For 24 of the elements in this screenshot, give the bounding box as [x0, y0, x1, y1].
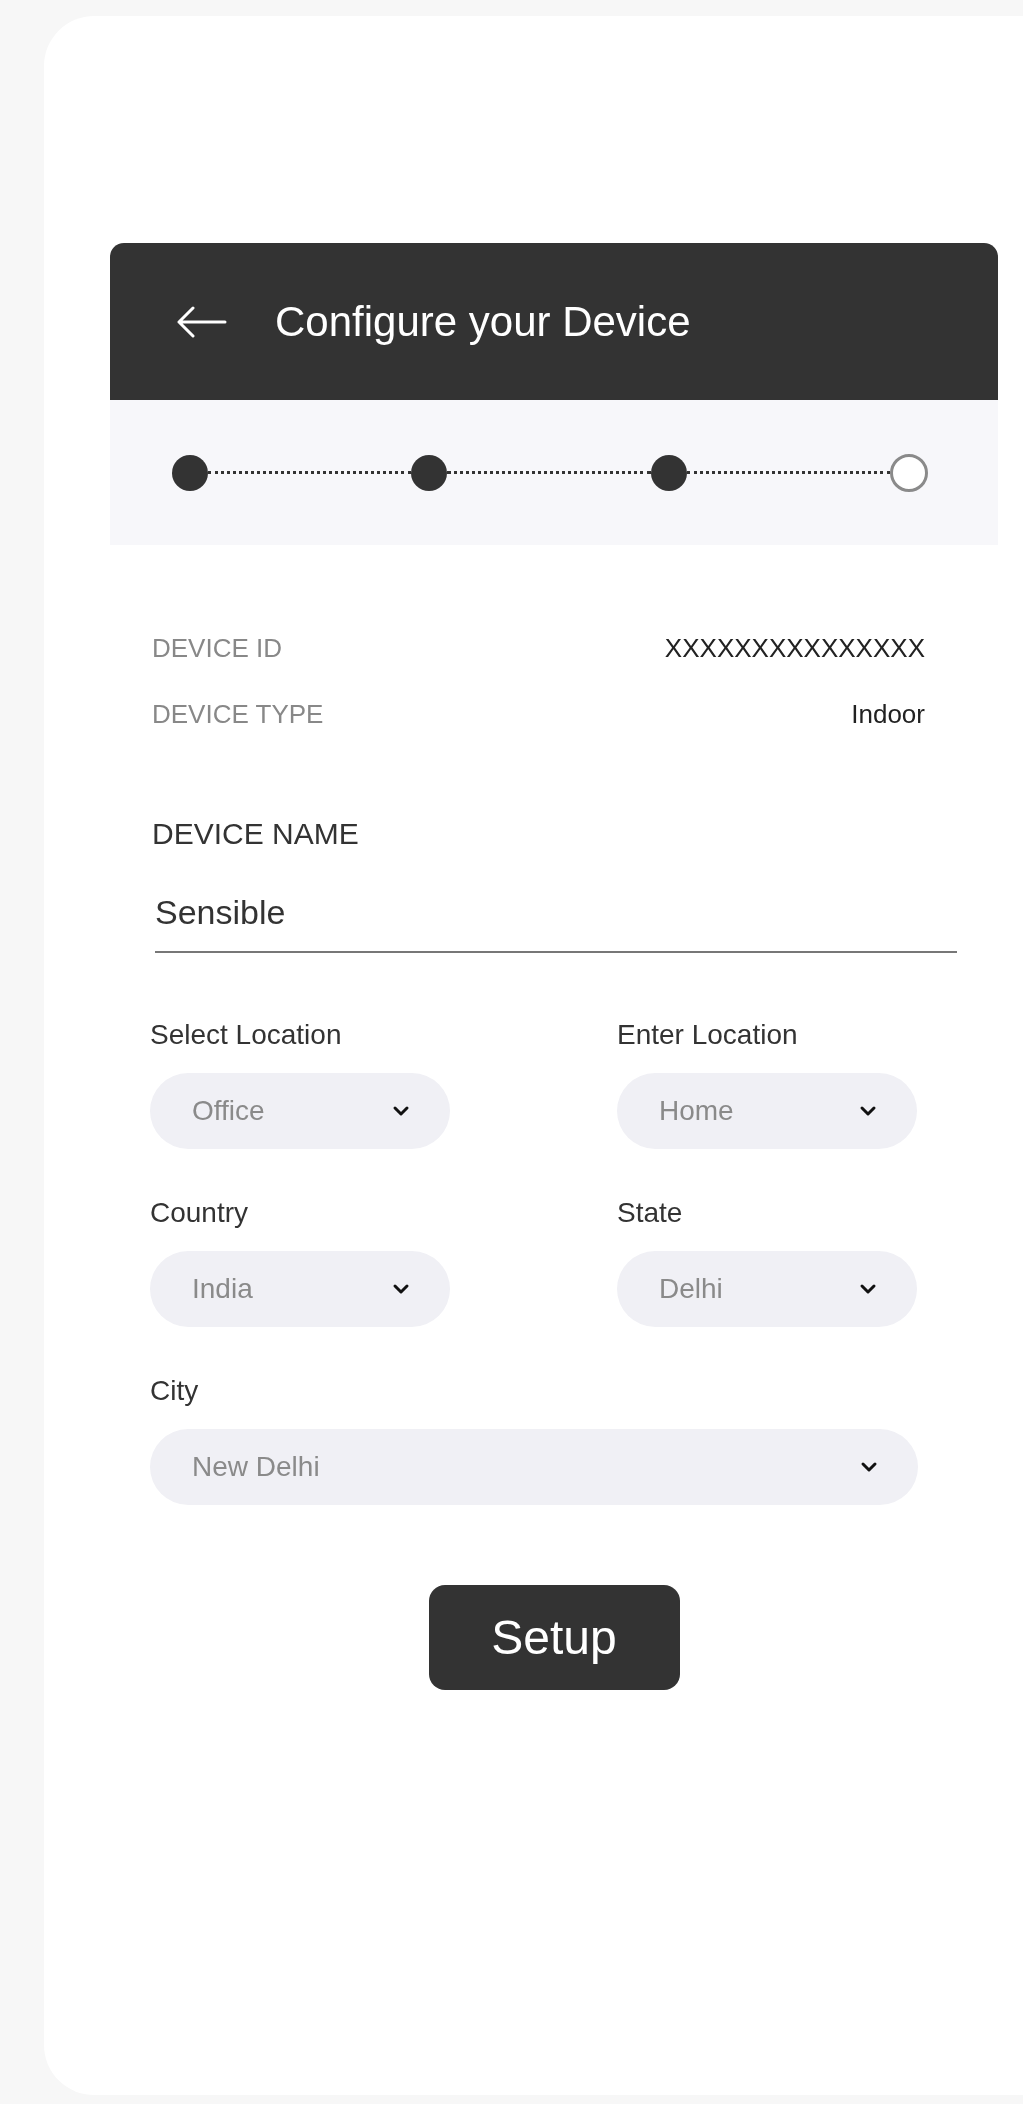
info-label: DEVICE ID — [152, 635, 283, 661]
dropdown[interactable]: New Delhi — [150, 1429, 918, 1505]
info-value: XXXXXXXXXXXXXXX — [664, 635, 925, 661]
setup-button[interactable]: Setup — [428, 1585, 680, 1690]
back-arrow-icon[interactable] — [175, 305, 227, 338]
info-label: DEVICE TYPE — [152, 701, 324, 727]
chevron-down-icon — [859, 1283, 877, 1295]
chevron-down-icon — [860, 1461, 878, 1473]
field-label: State — [617, 1199, 684, 1227]
header-title: Configure your Device — [275, 297, 691, 347]
dropdown[interactable]: India — [150, 1251, 450, 1327]
device-name-label: DEVICE NAME — [152, 819, 360, 849]
info-value: Indoor — [851, 701, 925, 727]
chevron-down-icon — [392, 1105, 410, 1117]
dropdown[interactable]: Delhi — [617, 1251, 917, 1327]
field-label: Enter Location — [617, 1021, 799, 1049]
device-name-field[interactable]: Sensible — [155, 895, 957, 953]
dropdown[interactable]: Home — [617, 1073, 917, 1149]
chevron-down-icon — [392, 1283, 410, 1295]
dropdown[interactable]: Office — [150, 1073, 450, 1149]
chevron-down-icon — [859, 1105, 877, 1117]
field-label: Country — [150, 1199, 250, 1227]
field-label: City — [150, 1377, 200, 1405]
field-label: Select Location — [150, 1021, 343, 1049]
